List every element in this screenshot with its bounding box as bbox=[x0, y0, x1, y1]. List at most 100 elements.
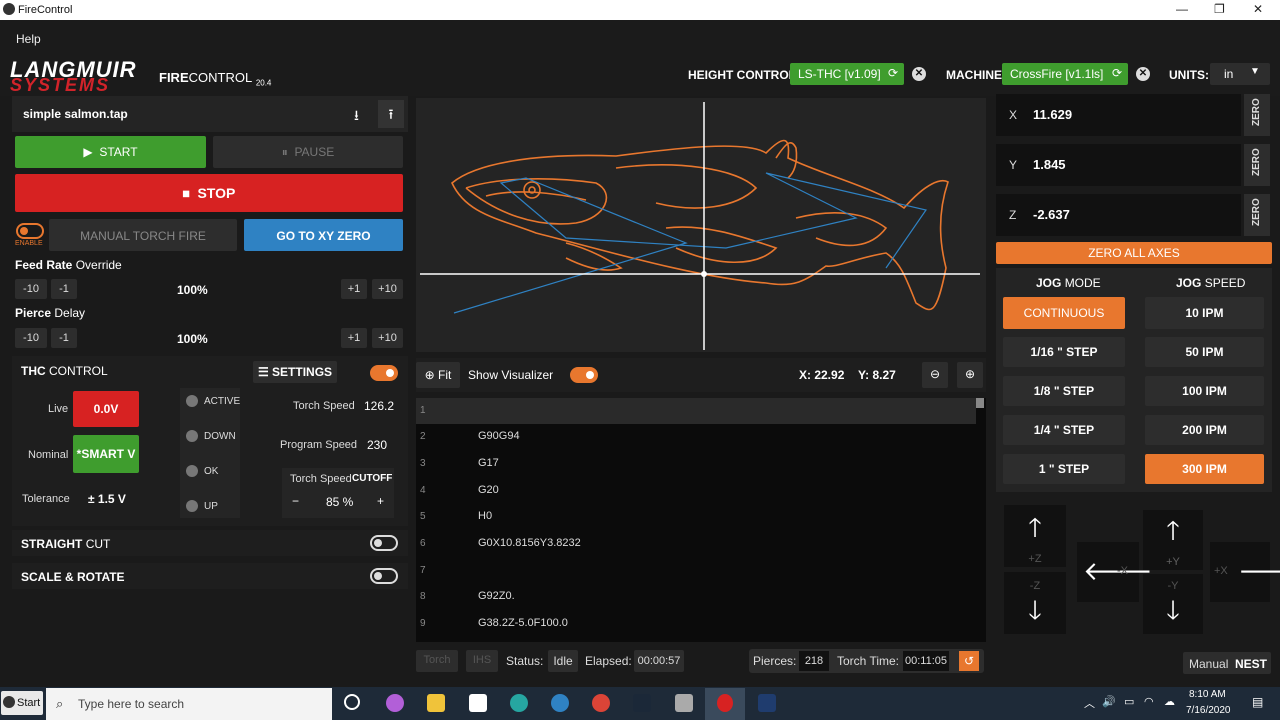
height-control-disconnect-icon[interactable]: ✕ bbox=[912, 67, 926, 81]
feed-plus10-button[interactable]: +10 bbox=[372, 279, 403, 299]
steam-icon[interactable] bbox=[633, 694, 651, 712]
clock-date[interactable]: 7/16/2020 bbox=[1186, 705, 1231, 716]
start-button-taskbar[interactable]: Start bbox=[1, 691, 43, 715]
nominal-voltage-button[interactable]: *SMART V bbox=[73, 435, 139, 473]
zero-x-button[interactable]: ZERO bbox=[1244, 94, 1270, 136]
file-explorer-icon[interactable] bbox=[427, 694, 445, 712]
scale-rotate-toggle[interactable] bbox=[370, 568, 398, 584]
cutoff-plus-button[interactable]: + bbox=[377, 494, 384, 508]
pen-tool-icon[interactable] bbox=[675, 694, 693, 712]
gcode-line[interactable]: 5 H0 bbox=[416, 504, 976, 530]
jog-mode-1-8[interactable]: 1/8 " STEP bbox=[1003, 376, 1125, 406]
zero-y-button[interactable]: ZERO bbox=[1244, 144, 1270, 186]
machine-disconnect-icon[interactable]: ✕ bbox=[1136, 67, 1150, 81]
jog-speed-100[interactable]: 100 IPM bbox=[1145, 376, 1264, 406]
firecontrol-task-active[interactable] bbox=[705, 688, 745, 720]
enable-toggle[interactable] bbox=[16, 223, 44, 239]
wifi-icon[interactable]: ◠ bbox=[1144, 695, 1154, 708]
jog-speed-50[interactable]: 50 IPM bbox=[1145, 337, 1264, 367]
jog-mode-1[interactable]: 1 " STEP bbox=[1003, 454, 1125, 484]
pierce-minus1-button[interactable]: -1 bbox=[51, 328, 77, 348]
feed-minus10-button[interactable]: -10 bbox=[15, 279, 47, 299]
close-window-button[interactable]: ✕ bbox=[1253, 2, 1263, 16]
units-select[interactable]: in ▼ bbox=[1210, 63, 1270, 85]
manual-torch-fire-button[interactable]: MANUAL TORCH FIRE bbox=[49, 219, 237, 251]
gcode-line[interactable]: 6 G0X10.8156Y3.8232 bbox=[416, 531, 976, 557]
jog-plus-x-button[interactable]: +X 🡒 bbox=[1210, 542, 1280, 602]
show-visualizer-toggle[interactable] bbox=[570, 367, 598, 383]
jog-minus-y-button[interactable]: -Y 🡓 bbox=[1143, 574, 1203, 634]
minimize-button[interactable]: — bbox=[1176, 2, 1188, 16]
stop-button[interactable]: ⏹ STOP bbox=[15, 174, 403, 212]
app-u-icon[interactable] bbox=[510, 694, 528, 712]
zero-all-axes-button[interactable]: ZERO ALL AXES bbox=[996, 242, 1272, 264]
clock-time[interactable]: 8:10 AM bbox=[1189, 689, 1226, 700]
volume-icon[interactable]: 🔊 bbox=[1102, 695, 1116, 708]
reset-icon[interactable]: ↺ bbox=[959, 651, 979, 671]
jog-mode-1-4[interactable]: 1/4 " STEP bbox=[1003, 415, 1125, 445]
pierce-plus1-button[interactable]: +1 bbox=[341, 328, 367, 348]
menu-help[interactable]: Help bbox=[16, 32, 41, 46]
program-speed-label: Program Speed bbox=[280, 439, 358, 451]
taskbar-search[interactable]: ⌕ Type here to search bbox=[46, 688, 332, 720]
tolerance-value[interactable]: ± 1.5 V bbox=[88, 492, 126, 506]
maximize-button[interactable]: ❐ bbox=[1214, 2, 1225, 16]
terminal-icon[interactable] bbox=[758, 694, 776, 712]
pierce-minus10-button[interactable]: -10 bbox=[15, 328, 47, 348]
jog-speed-10[interactable]: 10 IPM bbox=[1145, 297, 1264, 329]
thc-settings-button[interactable]: ☰ SETTINGS bbox=[253, 361, 337, 383]
cutoff-minus-button[interactable]: − bbox=[292, 494, 299, 508]
chrome-icon[interactable] bbox=[592, 694, 610, 712]
edge-icon[interactable] bbox=[551, 694, 569, 712]
feed-minus1-button[interactable]: -1 bbox=[51, 279, 77, 299]
pierce-plus10-button[interactable]: +10 bbox=[372, 328, 403, 348]
zero-z-button[interactable]: ZERO bbox=[1244, 194, 1270, 236]
defender-icon[interactable] bbox=[469, 694, 487, 712]
jog-mode-bold: JOG bbox=[1036, 276, 1062, 290]
cursor-y: Y: 8.27 bbox=[858, 368, 896, 382]
gcode-line[interactable]: 1 bbox=[416, 398, 976, 424]
langmuir-logo: LANGMUIR SYSTEMS bbox=[10, 57, 137, 96]
notifications-icon[interactable]: ▤ bbox=[1252, 695, 1263, 709]
x-axis-value: 11.629 bbox=[1033, 107, 1073, 122]
visualizer-canvas[interactable] bbox=[416, 98, 986, 352]
pause-button[interactable]: ⏸ PAUSE bbox=[213, 136, 403, 168]
gcode-line[interactable]: 8 G92Z0. bbox=[416, 584, 976, 610]
jog-speed-200[interactable]: 200 IPM bbox=[1145, 415, 1264, 445]
start-button[interactable]: ▶ START bbox=[15, 136, 206, 168]
upload-icon[interactable]: ⭱ bbox=[378, 100, 404, 128]
machine-select[interactable]: CrossFire [v1.1ls] ⟳ bbox=[1002, 63, 1128, 85]
itunes-icon[interactable] bbox=[386, 694, 404, 712]
thc-toggle[interactable] bbox=[370, 365, 398, 381]
straight-cut-toggle[interactable] bbox=[370, 535, 398, 551]
fit-button[interactable]: ⊕ Fit bbox=[416, 362, 460, 388]
jog-speed-300[interactable]: 300 IPM bbox=[1145, 454, 1264, 484]
jog-plus-z-button[interactable]: 🡑 +Z bbox=[1004, 505, 1066, 567]
cloud-icon[interactable]: ☁ bbox=[1164, 695, 1175, 708]
jog-plus-y-button[interactable]: 🡑 +Y bbox=[1143, 510, 1203, 570]
refresh-icon[interactable]: ⟳ bbox=[1112, 66, 1122, 80]
refresh-icon[interactable]: ⟳ bbox=[888, 66, 898, 80]
cortana-icon[interactable] bbox=[344, 694, 360, 710]
gcode-line[interactable]: 7 bbox=[416, 558, 976, 584]
jog-minus-z-button[interactable]: -Z 🡓 bbox=[1004, 572, 1066, 634]
jog-mode-1-16[interactable]: 1/16 " STEP bbox=[1003, 337, 1125, 367]
jog-mode-continuous[interactable]: CONTINUOUS bbox=[1003, 297, 1125, 329]
gcode-line[interactable]: 2 G90G94 bbox=[416, 424, 976, 450]
gcode-line[interactable]: 9 G38.2Z-5.0F100.0 bbox=[416, 611, 976, 637]
gcode-line[interactable]: 4 G20 bbox=[416, 478, 976, 504]
zoom-out-icon[interactable]: ⊖ bbox=[922, 362, 948, 388]
battery-icon[interactable]: ▭ bbox=[1124, 695, 1134, 708]
feed-plus1-button[interactable]: +1 bbox=[341, 279, 367, 299]
gcode-line[interactable]: 3 G17 bbox=[416, 451, 976, 477]
jog-minus-x-button[interactable]: 🡐 -X bbox=[1077, 542, 1153, 602]
gcode-viewer[interactable]: 1 2 G90G94 3 G17 4 G20 5 H0 6 G0X10.8156Y3.82… bbox=[416, 398, 986, 642]
tray-chevron-icon[interactable]: ︿ bbox=[1084, 695, 1095, 711]
go-to-xy-zero-button[interactable]: GO TO XY ZERO bbox=[244, 219, 403, 251]
zoom-in-icon[interactable]: ⊕ bbox=[957, 362, 983, 388]
height-control-select[interactable]: LS-THC [v1.09] ⟳ bbox=[790, 63, 904, 85]
download-icon[interactable]: ⭳ bbox=[354, 105, 359, 129]
scrollbar-thumb[interactable] bbox=[976, 398, 984, 408]
feed-rate-value: 100% bbox=[177, 283, 208, 297]
manual-nest-toggle[interactable]: Manual NEST bbox=[1183, 652, 1271, 674]
